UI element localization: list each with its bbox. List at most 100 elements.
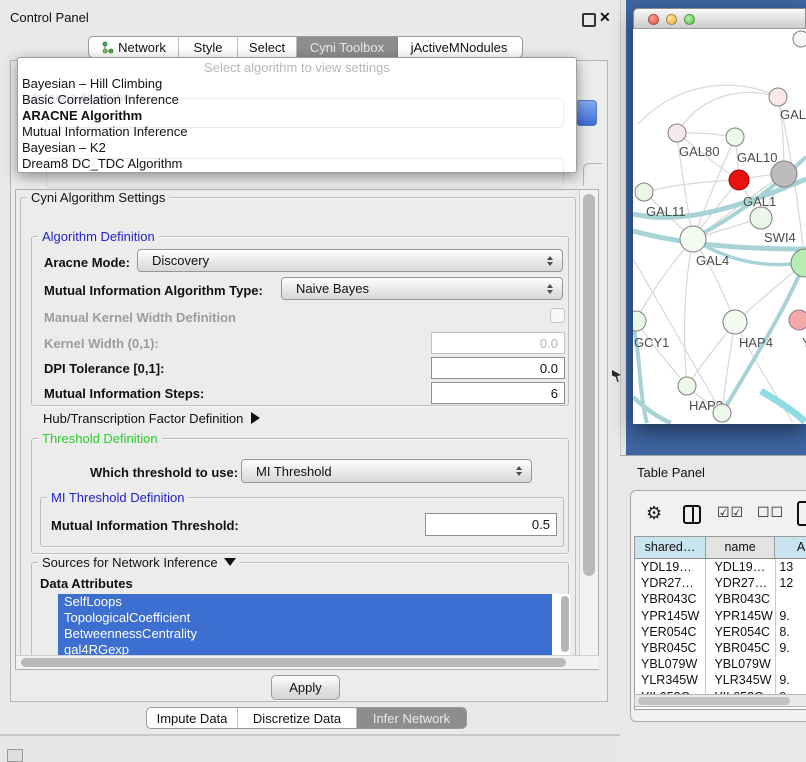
table-hscrollbar-thumb[interactable] — [638, 697, 790, 705]
table-row[interactable]: YER054CYER054C8. — [635, 624, 806, 640]
group-title: Cyni Algorithm Settings — [27, 191, 169, 205]
threshold-definition-group: Threshold Definition Which threshold to … — [31, 438, 569, 554]
network-node[interactable] — [668, 124, 686, 142]
table-hscrollbar[interactable] — [634, 694, 806, 707]
tab-select[interactable]: Select — [238, 37, 297, 57]
network-node[interactable] — [789, 310, 806, 330]
table-row[interactable]: YPR145WYPR145W9. — [635, 608, 806, 624]
aracne-mode-select[interactable]: Discovery — [137, 249, 563, 272]
minimize-traffic-light-icon[interactable] — [666, 14, 677, 25]
apply-button[interactable]: Apply — [271, 675, 340, 700]
panel-title: Control Panel — [10, 10, 89, 25]
table-body: YDL19…YDL19…13YDR27…YDR27…12YBR043CYBR04… — [635, 559, 806, 705]
table-cell: YER054C — [705, 624, 775, 640]
table-cell: YDR27… — [705, 575, 775, 591]
tab-network[interactable]: Network — [89, 37, 179, 57]
column-header[interactable]: shared… — [635, 537, 705, 558]
network-window-titlebar[interactable] — [633, 8, 806, 29]
table-row[interactable]: YDL19…YDL19…13 — [635, 559, 806, 575]
network-node[interactable] — [635, 183, 653, 201]
corner-widget[interactable] — [7, 749, 23, 762]
node-attribute-table[interactable]: shared…nameA YDL19…YDL19…13YDR27…YDR27…1… — [634, 536, 806, 710]
columns-icon[interactable] — [683, 505, 701, 524]
vscrollbar-thumb[interactable] — [583, 194, 595, 576]
tab-label: Infer Network — [373, 711, 450, 726]
settings-hscrollbar[interactable] — [16, 655, 599, 669]
expand-right-icon — [251, 412, 260, 424]
new-table-icon[interactable] — [797, 501, 806, 526]
network-node[interactable] — [723, 310, 747, 334]
kernel-width-input[interactable]: 0.0 — [431, 332, 565, 354]
mi-threshold-input[interactable]: 0.5 — [425, 513, 557, 536]
deselect-all-checkboxes-icon[interactable]: ☐☐ — [757, 504, 784, 521]
tab-cyni-toolbox[interactable]: Cyni Toolbox — [297, 37, 398, 57]
network-node[interactable] — [729, 170, 749, 190]
network-node[interactable] — [680, 226, 706, 252]
cyni-algorithm-settings-group: Cyni Algorithm Settings Algorithm Defini… — [20, 197, 576, 658]
settings-vscrollbar[interactable] — [579, 190, 598, 656]
zoom-traffic-light-icon[interactable] — [684, 14, 695, 25]
network-node[interactable] — [771, 161, 797, 187]
table-row[interactable]: YBR043CYBR043C — [635, 591, 806, 607]
list-scrollbar-thumb[interactable] — [561, 596, 569, 652]
close-icon[interactable]: ✕ — [599, 9, 611, 26]
close-traffic-light-icon[interactable] — [648, 14, 659, 25]
tab-jactivemnodules[interactable]: jActiveMNodules — [398, 37, 520, 57]
ghost-combo-outline — [46, 158, 564, 188]
dpi-tolerance-input[interactable]: 0.0 — [431, 357, 565, 379]
network-graph: GALGAL80GAL10GAL11GAL1GAL4SWI4GCY1HAP4YH… — [633, 29, 806, 424]
network-node[interactable] — [713, 404, 731, 422]
column-header[interactable]: name — [705, 537, 774, 558]
table-header-row: shared…nameA — [635, 537, 806, 559]
table-cell: YDL19… — [705, 559, 775, 575]
tab-style[interactable]: Style — [179, 37, 238, 57]
table-row[interactable]: YBL079WYBL079W — [635, 656, 806, 672]
attribute-list-item[interactable]: TopologicalCoefficient — [58, 610, 552, 626]
groupbox-corner-fragment — [583, 163, 602, 186]
settings-scrollpane: Cyni Algorithm Settings Algorithm Defini… — [15, 189, 599, 670]
sources-expander[interactable]: Sources for Network Inference — [38, 556, 240, 570]
table-row[interactable]: YLR345WYLR345W9. — [635, 672, 806, 688]
table-cell: YBL079W — [635, 656, 705, 672]
restore-icon[interactable] — [582, 13, 596, 27]
hub-definition-label: Hub/Transcription Factor Definition — [43, 411, 243, 426]
stepper-arrows-icon — [516, 466, 522, 476]
table-row[interactable]: YBR045CYBR045C9. — [635, 640, 806, 656]
table-cell: YER054C — [635, 624, 705, 640]
select-all-checkboxes-icon[interactable]: ☑☑ — [717, 504, 744, 521]
divider — [692, 507, 694, 522]
combo-stepper-fragment[interactable] — [576, 100, 597, 126]
mi-algorithm-type-select[interactable]: Naive Bayes — [281, 277, 563, 300]
gear-icon[interactable]: ⚙ — [646, 503, 662, 524]
tab-discretize-data[interactable]: Discretize Data — [238, 708, 357, 728]
network-node[interactable] — [726, 128, 744, 146]
tab-impute-data[interactable]: Impute Data — [147, 708, 238, 728]
manual-kernel-checkbox[interactable] — [550, 308, 565, 323]
node-label: HAP4 — [739, 335, 773, 350]
node-label: GAL80 — [679, 144, 719, 159]
control-panel-tabs: Network Style Select Cyni Toolbox jActiv… — [88, 36, 523, 58]
network-node[interactable] — [750, 207, 772, 229]
expand-down-icon — [224, 558, 236, 566]
which-threshold-select[interactable]: MI Threshold — [241, 459, 532, 483]
node-label: Y — [802, 335, 806, 350]
mi-steps-input[interactable]: 6 — [431, 382, 565, 404]
attribute-list-item[interactable]: SelfLoops — [58, 594, 552, 610]
dropdown-item[interactable]: Bayesian – K2 — [18, 140, 576, 156]
data-attributes-list[interactable]: SelfLoopsTopologicalCoefficientBetweenne… — [58, 594, 570, 658]
tab-infer-network[interactable]: Infer Network — [357, 708, 466, 728]
table-cell: YDR27… — [635, 575, 705, 591]
column-header[interactable]: A — [774, 537, 806, 558]
network-node[interactable] — [769, 88, 787, 106]
network-node[interactable] — [793, 31, 806, 47]
hub-definition-expander[interactable]: Hub/Transcription Factor Definition — [43, 411, 260, 426]
attribute-list-item[interactable]: BetweennessCentrality — [58, 626, 552, 642]
network-node[interactable] — [633, 311, 646, 331]
node-label: GCY1 — [634, 335, 669, 350]
table-cell: YDL19… — [635, 559, 705, 575]
hscrollbar-thumb[interactable] — [21, 658, 566, 667]
network-canvas[interactable]: GALGAL80GAL10GAL11GAL1GAL4SWI4GCY1HAP4YH… — [633, 29, 806, 424]
network-node[interactable] — [678, 377, 696, 395]
panel-bottom-divider — [0, 734, 620, 735]
table-row[interactable]: YDR27…YDR27…12 — [635, 575, 806, 591]
